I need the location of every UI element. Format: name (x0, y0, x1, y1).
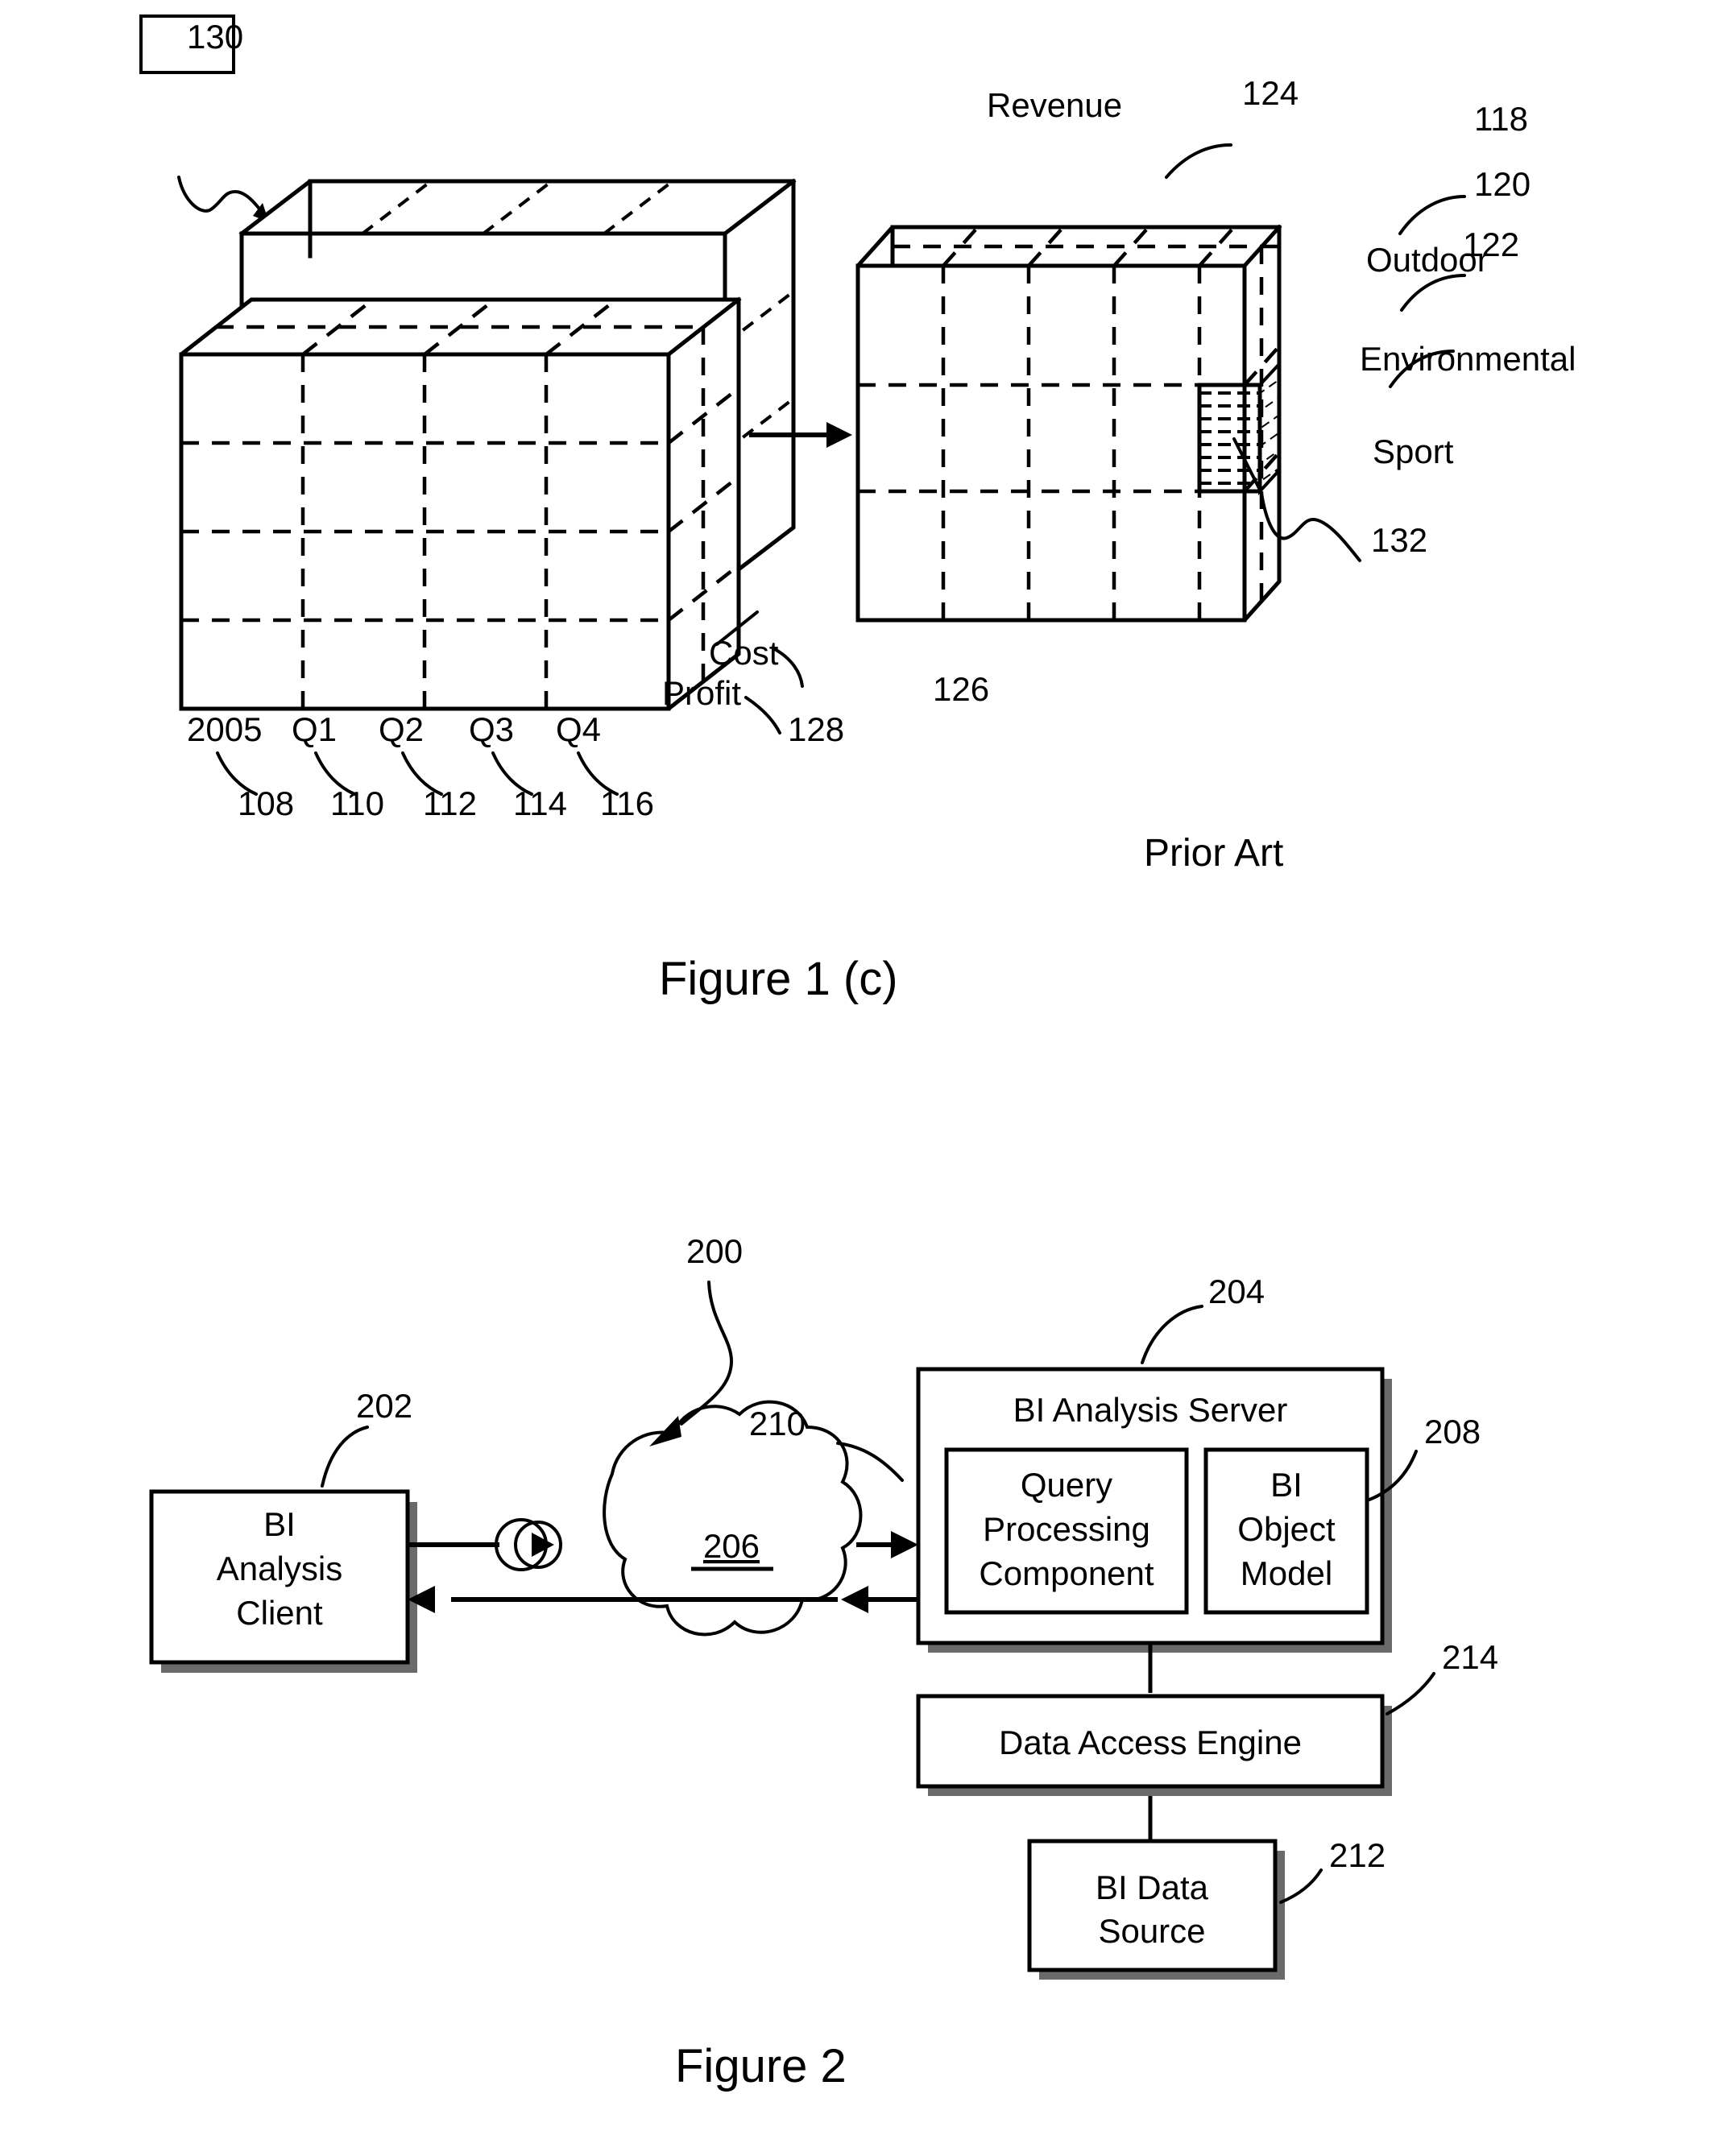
network-connector-arrow (532, 1533, 554, 1557)
ref-212: 212 (1329, 1836, 1386, 1874)
leader-204 (1141, 1305, 1203, 1364)
server-title: BI Analysis Server (1013, 1391, 1288, 1429)
arrow-cloud-to-server-head (891, 1531, 918, 1558)
node-bi-analysis-client[interactable]: BI Analysis Client (149, 1489, 417, 1673)
node-data-access-engine[interactable]: Data Access Engine (916, 1694, 1392, 1796)
callout-200 (649, 1281, 734, 1446)
source-label-line1: BI Data (1096, 1868, 1209, 1906)
source-label-line2: Source (1098, 1912, 1205, 1950)
model-label-line3: Model (1241, 1554, 1332, 1592)
ref-202: 202 (356, 1387, 412, 1425)
ref-200: 200 (686, 1232, 743, 1270)
leader-202 (321, 1426, 369, 1488)
ref-210: 210 (749, 1405, 806, 1442)
model-label-line2: Object (1237, 1510, 1336, 1548)
ref-204: 204 (1208, 1272, 1265, 1310)
query-label-line3: Component (979, 1554, 1154, 1592)
arrow-server-to-cloud-head (841, 1586, 868, 1613)
node-bi-analysis-server[interactable]: BI Analysis Server Query Processing Comp… (916, 1367, 1392, 1653)
node-query-processing-component[interactable]: Query Processing Component (944, 1447, 1189, 1615)
dae-title: Data Access Engine (999, 1724, 1302, 1761)
cloud-to-server-arrows (841, 1531, 918, 1613)
query-label-line1: Query (1021, 1466, 1112, 1504)
callout-200-squiggle (680, 1281, 734, 1426)
figure-2-caption: Figure 2 (675, 2040, 847, 2092)
leader-214 (1386, 1672, 1435, 1715)
query-label-line2: Processing (983, 1510, 1150, 1548)
network-label: 206 (703, 1527, 760, 1565)
patent-drawing-sheet: 130 Revenue 124 118 Outdoor 120 Environm… (0, 0, 1719, 2156)
client-label-line2: Analysis (217, 1550, 342, 1587)
model-label-line1: BI (1270, 1466, 1303, 1504)
leader-212 (1279, 1868, 1323, 1904)
node-bi-object-model[interactable]: BI Object Model (1203, 1447, 1369, 1615)
node-bi-data-source[interactable]: BI Data Source (1027, 1839, 1285, 1980)
ref-208: 208 (1424, 1413, 1481, 1450)
client-label-line3: Client (236, 1594, 323, 1632)
figure-2-group: BI Analysis Client 202 206 BI Analysis S… (149, 1232, 1498, 2092)
client-label-line1: BI (263, 1505, 296, 1543)
ref-214: 214 (1442, 1638, 1498, 1676)
